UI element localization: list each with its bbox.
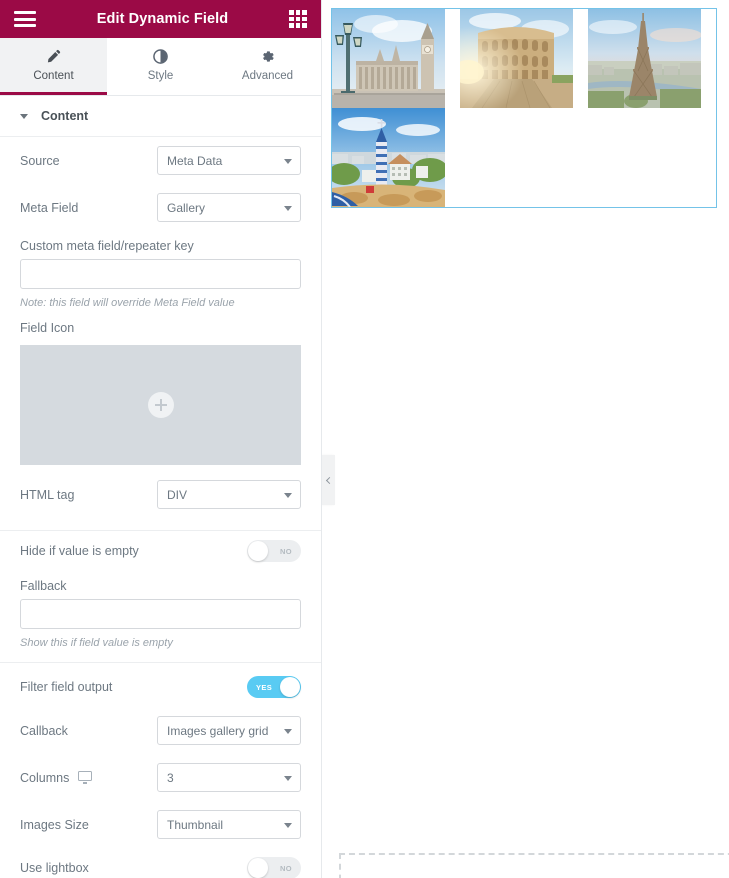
control-callback-label: Callback: [20, 723, 68, 738]
columns-select[interactable]: 3: [157, 763, 301, 792]
chevron-left-icon: [325, 476, 334, 484]
gallery-item[interactable]: [587, 9, 716, 108]
gallery-grid: [332, 9, 716, 207]
panel-tabs: Content Style Advanced: [0, 38, 321, 96]
control-images-size-label: Images Size: [20, 817, 89, 832]
tab-advanced[interactable]: Advanced: [214, 38, 321, 95]
plus-icon: [147, 392, 174, 418]
html-tag-select-wrap[interactable]: DIV: [157, 480, 301, 509]
gallery-item[interactable]: [459, 9, 588, 108]
empty-value-controls: Hide if value is empty NO Fallback Show …: [0, 531, 321, 653]
images-size-select[interactable]: Thumbnail: [157, 810, 301, 839]
control-filter-field-output: Filter field output YES: [20, 663, 301, 707]
chevron-down-icon: [20, 113, 28, 119]
content-controls: Source Meta Data Meta Field Gallery Cust…: [0, 137, 321, 518]
control-html-tag-label: HTML tag: [20, 487, 75, 502]
toggle-knob: [280, 677, 300, 697]
gear-icon: [260, 49, 275, 65]
tab-content-label: Content: [33, 69, 74, 82]
hide-if-empty-toggle[interactable]: NO: [247, 540, 301, 562]
control-meta-field: Meta Field Gallery: [20, 184, 301, 231]
gallery-widget[interactable]: [331, 8, 717, 208]
custom-meta-key-input[interactable]: [20, 259, 301, 289]
meta-field-select[interactable]: Gallery: [157, 193, 301, 222]
editor-root: Edit Dynamic Field Content Style Advance…: [0, 0, 729, 878]
control-images-size: Images Size Thumbnail: [20, 801, 301, 848]
toggle-knob: [248, 858, 268, 878]
field-icon-picker[interactable]: [20, 345, 301, 465]
gallery-image-big-ben[interactable]: [332, 9, 445, 108]
panel-header: Edit Dynamic Field: [0, 0, 321, 38]
hide-if-empty-toggle-state: NO: [279, 546, 292, 556]
control-hide-if-empty-label: Hide if value is empty: [20, 544, 139, 558]
control-columns-label-wrap: Columns: [20, 770, 93, 785]
images-size-select-wrap[interactable]: Thumbnail: [157, 810, 301, 839]
section-content-header[interactable]: Content: [0, 96, 321, 137]
callback-select[interactable]: Images gallery grid: [157, 716, 301, 745]
tab-content[interactable]: Content: [0, 38, 107, 95]
desktop-monitor-icon[interactable]: [78, 771, 93, 784]
control-source-label: Source: [20, 153, 60, 168]
gallery-image-eiffel-tower[interactable]: [587, 9, 701, 108]
control-columns: Columns 3: [20, 754, 301, 801]
control-meta-field-label: Meta Field: [20, 200, 79, 215]
gallery-item[interactable]: [332, 9, 460, 108]
gallery-image-colosseum[interactable]: [459, 9, 573, 108]
use-lightbox-toggle[interactable]: NO: [247, 857, 301, 878]
meta-field-select-wrap[interactable]: Gallery: [157, 193, 301, 222]
control-fallback-label: Fallback: [20, 579, 67, 593]
custom-meta-key-note: Note: this field will override Meta Fiel…: [20, 297, 235, 309]
preview-canvas[interactable]: [322, 0, 729, 878]
control-columns-label: Columns: [20, 770, 70, 785]
toggle-knob: [248, 541, 268, 561]
hamburger-menu-icon[interactable]: [14, 11, 36, 27]
apps-grid-icon[interactable]: [289, 10, 307, 28]
control-hide-if-empty: Hide if value is empty NO: [20, 531, 301, 571]
tab-style[interactable]: Style: [107, 38, 214, 95]
control-use-lightbox: Use lightbox NO: [20, 848, 301, 878]
gallery-item[interactable]: [332, 108, 460, 207]
use-lightbox-toggle-state: NO: [279, 863, 292, 873]
panel-collapse-handle[interactable]: [322, 455, 335, 505]
pencil-icon: [46, 49, 61, 65]
control-custom-meta-key-label: Custom meta field/repeater key: [20, 239, 194, 253]
tab-advanced-label: Advanced: [241, 69, 294, 82]
filter-field-output-toggle[interactable]: YES: [247, 676, 301, 698]
control-use-lightbox-label: Use lightbox: [20, 861, 89, 875]
control-field-icon: Field Icon: [20, 313, 301, 465]
fallback-input[interactable]: [20, 599, 301, 629]
control-fallback: Fallback Show this if field value is emp…: [20, 571, 301, 653]
filter-output-controls: Filter field output YES Callback Images …: [0, 663, 321, 878]
editor-panel: Edit Dynamic Field Content Style Advance…: [0, 0, 322, 878]
control-field-icon-label: Field Icon: [20, 321, 75, 335]
control-html-tag: HTML tag DIV: [20, 465, 301, 518]
html-tag-select[interactable]: DIV: [157, 480, 301, 509]
section-content-title: Content: [41, 109, 89, 123]
control-filter-field-output-label: Filter field output: [20, 680, 113, 694]
source-select-wrap[interactable]: Meta Data: [157, 146, 301, 175]
control-source: Source Meta Data: [20, 137, 301, 184]
tab-style-label: Style: [147, 69, 174, 82]
contrast-icon: [153, 49, 168, 65]
control-callback: Callback Images gallery grid: [20, 707, 301, 754]
gallery-image-park-guell[interactable]: [332, 108, 445, 207]
filter-field-output-toggle-state: YES: [256, 682, 273, 692]
source-select[interactable]: Meta Data: [157, 146, 301, 175]
columns-select-wrap[interactable]: 3: [157, 763, 301, 792]
callback-select-wrap[interactable]: Images gallery grid: [157, 716, 301, 745]
panel-scroll-body[interactable]: Content Source Meta Data Meta Field Gall…: [0, 96, 321, 878]
fallback-note: Show this if field value is empty: [20, 637, 173, 649]
control-custom-meta-key: Custom meta field/repeater key Note: thi…: [20, 231, 301, 313]
page-title: Edit Dynamic Field: [96, 11, 229, 27]
drop-zone[interactable]: [339, 853, 729, 878]
